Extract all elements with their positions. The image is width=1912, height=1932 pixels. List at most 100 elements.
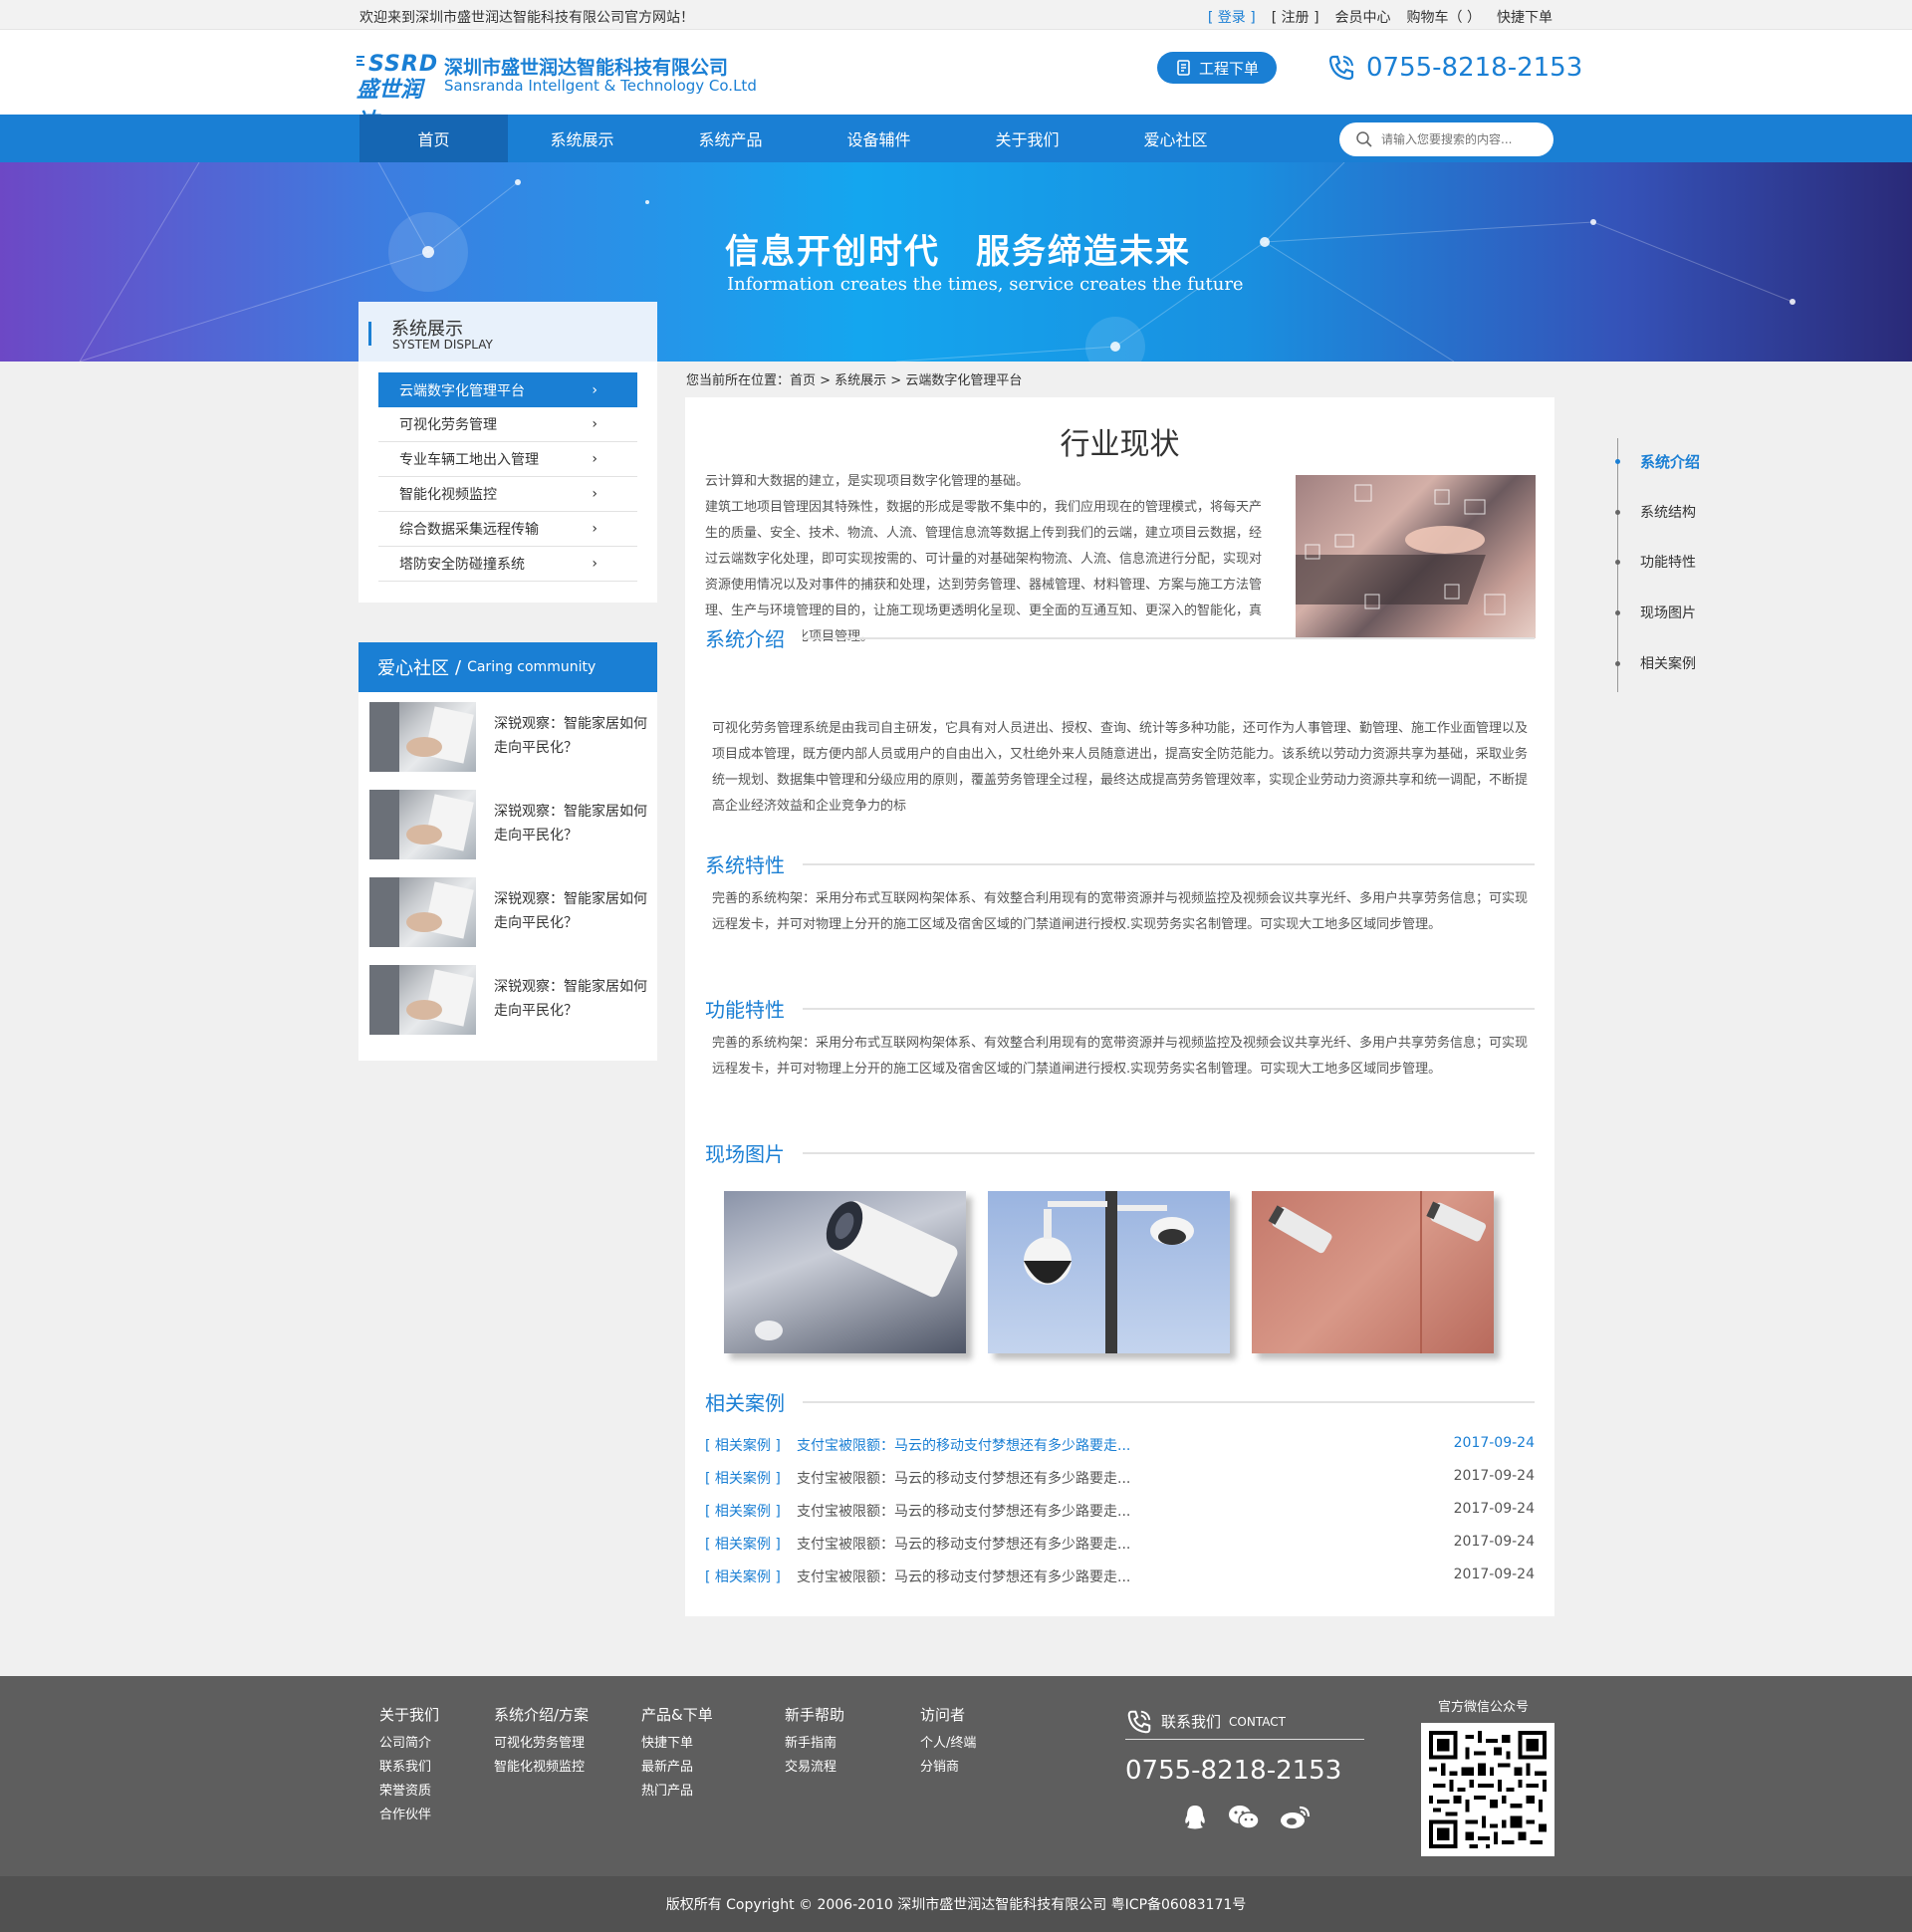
case-tag: [ 相关案例 ]	[705, 1471, 781, 1487]
anchor-label: 系统结构	[1640, 505, 1696, 521]
footer-column-title: 系统介绍/方案	[494, 1706, 590, 1724]
news-title: 深锐观察：智能家居如何走向平民化？	[494, 979, 647, 1019]
footer-link[interactable]: 个人/终端	[920, 1732, 976, 1756]
community-header: 爱心社区 / Caring community	[358, 642, 657, 692]
login-link[interactable]: [ 登录 ]	[1208, 7, 1256, 27]
case-list-item[interactable]: [ 相关案例 ] 支付宝被限额：马云的移动支付梦想还有多少路要走... 2017…	[705, 1567, 1535, 1586]
community-title-cn: 爱心社区	[377, 658, 449, 679]
footer-link[interactable]: 新手指南	[785, 1732, 844, 1756]
chevron-right-icon: ›	[592, 381, 598, 398]
news-title: 深锐观察：智能家居如何走向平民化？	[494, 716, 647, 756]
site-photo[interactable]	[988, 1191, 1230, 1353]
company-logo[interactable]: SSRD 盛世润达 深圳市盛世润达智能科技有限公司 Sansranda Inte…	[357, 50, 757, 134]
company-name-en: Sansranda Intellgent & Technology Co.Ltd	[444, 77, 757, 95]
footer-column-products: 产品&下单 快捷下单 最新产品 热门产品	[641, 1704, 713, 1804]
case-list-item[interactable]: [ 相关案例 ] 支付宝被限额：马云的移动支付梦想还有多少路要走... 2017…	[705, 1534, 1535, 1554]
wechat-label: 官方微信公众号	[1438, 1700, 1530, 1715]
sidebar-item-labor-management[interactable]: 可视化劳务管理 ›	[378, 407, 637, 442]
nav-item-home[interactable]: 首页	[359, 115, 508, 162]
nav-item-system-products[interactable]: 系统产品	[656, 115, 805, 162]
quick-order-link[interactable]: 快捷下单	[1497, 7, 1553, 27]
footer-link[interactable]: 最新产品	[641, 1756, 713, 1780]
nav-item-accessories[interactable]: 设备辅件	[805, 115, 953, 162]
section-title: 现场图片	[705, 1138, 803, 1167]
banner-slogan-en: Information creates the times, service c…	[727, 274, 1244, 295]
copyright-text: 版权所有 Copyright © 2006-2010 深圳市盛世润达智能科技有限…	[665, 1897, 1247, 1913]
anchor-label: 相关案例	[1640, 656, 1696, 672]
order-form-icon	[1177, 60, 1190, 76]
banner-slogan: 信息开创时代 服务缔造未来	[725, 232, 1191, 272]
register-link[interactable]: [ 注册 ]	[1272, 7, 1319, 27]
anchor-item-cases[interactable]: 相关案例	[1615, 653, 1696, 673]
footer-phone-number: 0755-8218-2153	[1125, 1756, 1342, 1786]
section-title: 功能特性	[705, 994, 803, 1023]
welcome-text: 欢迎来到深圳市盛世润达智能科技有限公司官方网站！	[359, 10, 694, 26]
social-icons	[1182, 1804, 1364, 1831]
section-divider	[803, 1401, 1535, 1403]
header-phone: 0755-8218-2153	[1326, 50, 1582, 86]
section-title: 相关案例	[705, 1387, 803, 1416]
footer-link[interactable]: 热门产品	[641, 1780, 713, 1804]
sidebar-item-anti-collision[interactable]: 塔防安全防碰撞系统 ›	[378, 547, 637, 582]
footer-link[interactable]: 公司简介	[379, 1732, 439, 1756]
case-tag: [ 相关案例 ]	[705, 1537, 781, 1553]
news-thumbnail	[369, 877, 476, 947]
phone-icon	[1127, 1710, 1151, 1733]
community-news-item[interactable]: 深锐观察：智能家居如何走向平民化？	[369, 790, 648, 859]
sidebar-item-cloud-platform[interactable]: 云端数字化管理平台 ›	[378, 372, 637, 407]
weibo-icon[interactable]	[1280, 1804, 1312, 1831]
community-news-item[interactable]: 深锐观察：智能家居如何走向平民化？	[369, 877, 648, 947]
site-photo[interactable]	[1252, 1191, 1494, 1353]
sidebar-item-data-transmission[interactable]: 综合数据采集远程传输 ›	[378, 512, 637, 547]
footer-contact: 联系我们 CONTACT 0755-8218-2153	[1125, 1710, 1364, 1831]
chevron-right-icon: ›	[592, 521, 598, 537]
nav-list: 首页 系统展示 系统产品 设备辅件 关于我们 爱心社区	[359, 115, 1250, 162]
nav-item-system-display[interactable]: 系统展示	[508, 115, 656, 162]
anchor-item-photos[interactable]: 现场图片	[1615, 603, 1696, 622]
footer-column-help: 新手帮助 新手指南 交易流程	[785, 1704, 844, 1780]
qq-icon[interactable]	[1182, 1804, 1208, 1831]
sidebar-item-label: 可视化劳务管理	[399, 417, 497, 433]
case-list-item[interactable]: [ 相关案例 ] 支付宝被限额：马云的移动支付梦想还有多少路要走... 2017…	[705, 1468, 1535, 1488]
anchor-item-functions[interactable]: 功能特性	[1615, 552, 1696, 572]
footer-link[interactable]: 智能化视频监控	[494, 1756, 589, 1780]
search-icon[interactable]	[1355, 130, 1373, 148]
search-input[interactable]	[1381, 132, 1541, 146]
sidebar-item-label: 综合数据采集远程传输	[399, 522, 539, 538]
section-divider	[803, 1152, 1535, 1154]
section-header-photos: 现场图片	[705, 1138, 1535, 1168]
header-phone-number: 0755-8218-2153	[1366, 53, 1583, 83]
footer-link[interactable]: 荣誉资质	[379, 1780, 439, 1804]
sidebar-item-video-surveillance[interactable]: 智能化视频监控 ›	[378, 477, 637, 512]
main-content: 行业现状 云计算和大数据的建立，是实现项目数字化管理的基础。 建筑工地项目管理因…	[685, 397, 1554, 1616]
project-order-button[interactable]: 工程下单	[1157, 52, 1277, 84]
community-news-item[interactable]: 深锐观察：智能家居如何走向平民化？	[369, 702, 648, 772]
nav-item-community[interactable]: 爱心社区	[1101, 115, 1250, 162]
anchor-dot	[1615, 660, 1620, 666]
sidebar-item-vehicle-access[interactable]: 专业车辆工地出入管理 ›	[378, 442, 637, 477]
member-center-link[interactable]: 会员中心	[1335, 7, 1391, 27]
chevron-right-icon: ›	[592, 556, 598, 572]
sidebar-item-label: 专业车辆工地出入管理	[399, 452, 539, 468]
footer-link[interactable]: 快捷下单	[641, 1732, 713, 1756]
anchor-dot	[1615, 458, 1620, 464]
footer-link[interactable]: 分销商	[920, 1756, 976, 1780]
chevron-right-icon: ›	[592, 486, 598, 502]
intro-image	[1296, 475, 1536, 638]
wechat-icon[interactable]	[1228, 1804, 1260, 1831]
site-photo[interactable]	[724, 1191, 966, 1353]
case-list-item[interactable]: [ 相关案例 ] 支付宝被限额：马云的移动支付梦想还有多少路要走... 2017…	[705, 1435, 1535, 1455]
anchor-label: 现场图片	[1640, 605, 1696, 621]
footer-link[interactable]: 合作伙伴	[379, 1804, 439, 1827]
footer-link[interactable]: 交易流程	[785, 1756, 844, 1780]
cart-link[interactable]: 购物车（ ）	[1407, 7, 1481, 27]
anchor-item-structure[interactable]: 系统结构	[1615, 502, 1696, 522]
footer-link[interactable]: 可视化劳务管理	[494, 1732, 589, 1756]
community-news-item[interactable]: 深锐观察：智能家居如何走向平民化？	[369, 965, 648, 1035]
nav-item-about[interactable]: 关于我们	[953, 115, 1101, 162]
footer-link[interactable]: 联系我们	[379, 1756, 439, 1780]
footer-column-visitors: 访问者 个人/终端 分销商	[920, 1704, 976, 1780]
anchor-item-intro[interactable]: 系统介绍	[1615, 451, 1700, 471]
section-divider	[803, 863, 1535, 865]
case-list-item[interactable]: [ 相关案例 ] 支付宝被限额：马云的移动支付梦想还有多少路要走... 2017…	[705, 1501, 1535, 1521]
